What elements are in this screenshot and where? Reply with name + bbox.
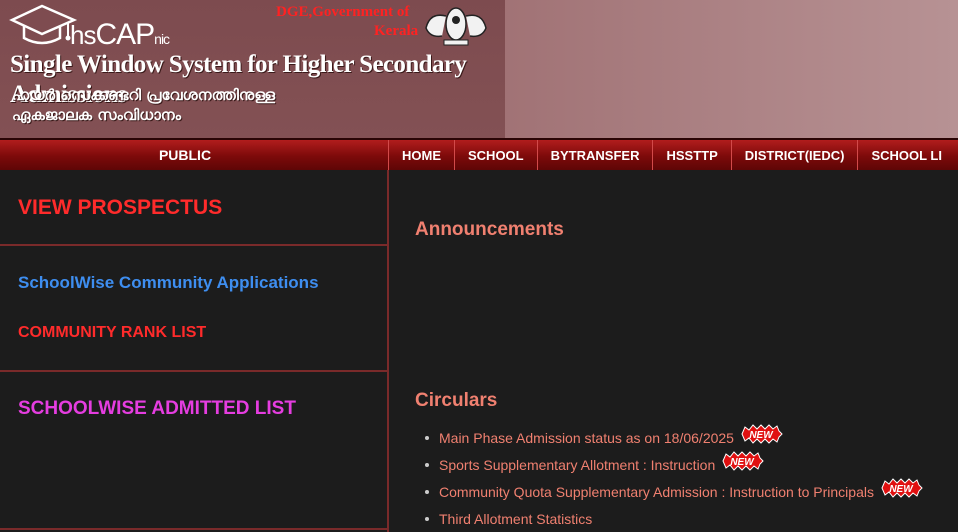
new-badge-icon: NEW	[722, 450, 764, 471]
site-header: hsCAPnic DGE,Government of Kerala Single…	[0, 0, 958, 138]
nav-hssttp[interactable]: HSSTTP	[653, 140, 732, 170]
sidebar-community-box: SchoolWise Community Applications COMMUN…	[0, 246, 387, 372]
logo-hs: hs	[70, 20, 96, 50]
sidebar-divider	[0, 528, 387, 530]
bullet-icon	[425, 462, 429, 467]
logo-cap: CAP	[95, 18, 155, 51]
logo-wordmark: hsCAPnic	[70, 18, 170, 54]
new-badge-text: NEW	[749, 430, 774, 441]
bullet-icon	[425, 489, 429, 494]
nav-school-list[interactable]: SCHOOL LI	[858, 140, 955, 170]
nav-school[interactable]: SCHOOL	[455, 140, 538, 170]
main-content: Announcements Circulars Main Phase Admis…	[389, 170, 958, 532]
nav-bytransfer[interactable]: BYTRANSFER	[538, 140, 654, 170]
nav-menu: HOME SCHOOL BYTRANSFER HSSTTP DISTRICT(I…	[389, 140, 955, 170]
circular-link[interactable]: Third Allotment Statistics	[439, 511, 592, 527]
new-badge-text: NEW	[731, 457, 756, 468]
new-badge-icon: NEW	[741, 423, 783, 444]
schoolwise-admitted-list-link[interactable]: SCHOOLWISE ADMITTED LIST	[18, 398, 296, 420]
graduation-cap-icon	[9, 4, 78, 45]
sidebar-prospectus-box: VIEW PROSPECTUS	[0, 170, 387, 246]
list-item: Main Phase Admission status as on 18/06/…	[425, 423, 958, 451]
view-prospectus-link[interactable]: VIEW PROSPECTUS	[18, 196, 222, 220]
logo-nic: nic	[154, 31, 170, 47]
nav-home[interactable]: HOME	[389, 140, 455, 170]
nav-public-label: PUBLIC	[158, 147, 212, 163]
announcements-heading: Announcements	[415, 219, 564, 240]
left-sidebar: VIEW PROSPECTUS SchoolWise Community App…	[0, 170, 389, 532]
circular-link[interactable]: Main Phase Admission status as on 18/06/…	[439, 430, 734, 446]
dge-government-text: DGE,Government of	[276, 4, 410, 20]
header-banner: hsCAPnic DGE,Government of Kerala Single…	[0, 0, 505, 138]
list-item: Community Quota Supplementary Admission …	[425, 477, 958, 505]
new-badge-text: NEW	[889, 484, 914, 495]
circular-link[interactable]: Sports Supplementary Allotment : Instruc…	[439, 457, 715, 473]
hscap-logo[interactable]: hsCAPnic	[8, 2, 208, 50]
kerala-emblem-icon	[425, 7, 487, 46]
schoolwise-community-link[interactable]: SchoolWise Community Applications	[18, 273, 319, 293]
bullet-icon	[425, 435, 429, 440]
circulars-heading: Circulars	[415, 390, 498, 411]
malayalam-title-line2: ഏകജാലക സംവിധാനം	[12, 106, 181, 124]
list-item: Third Allotment Statistics	[425, 505, 958, 532]
circular-link[interactable]: Community Quota Supplementary Admission …	[439, 484, 874, 500]
new-badge-icon: NEW	[881, 477, 923, 498]
community-rank-list-link[interactable]: COMMUNITY RANK LIST	[18, 324, 206, 342]
bullet-icon	[425, 516, 429, 521]
malayalam-title-line1: ഹയർ സെക്കണ്ടറി പ്രവേശനത്തിനുള്ള	[12, 86, 276, 104]
list-item: Sports Supplementary Allotment : Instruc…	[425, 450, 958, 478]
circulars-list: Main Phase Admission status as on 18/06/…	[425, 423, 958, 532]
main-nav-bar: PUBLIC HOME SCHOOL BYTRANSFER HSSTTP DIS…	[0, 138, 958, 170]
dge-kerala-text: Kerala	[374, 23, 419, 39]
nav-district-iedc[interactable]: DISTRICT(IEDC)	[732, 140, 859, 170]
